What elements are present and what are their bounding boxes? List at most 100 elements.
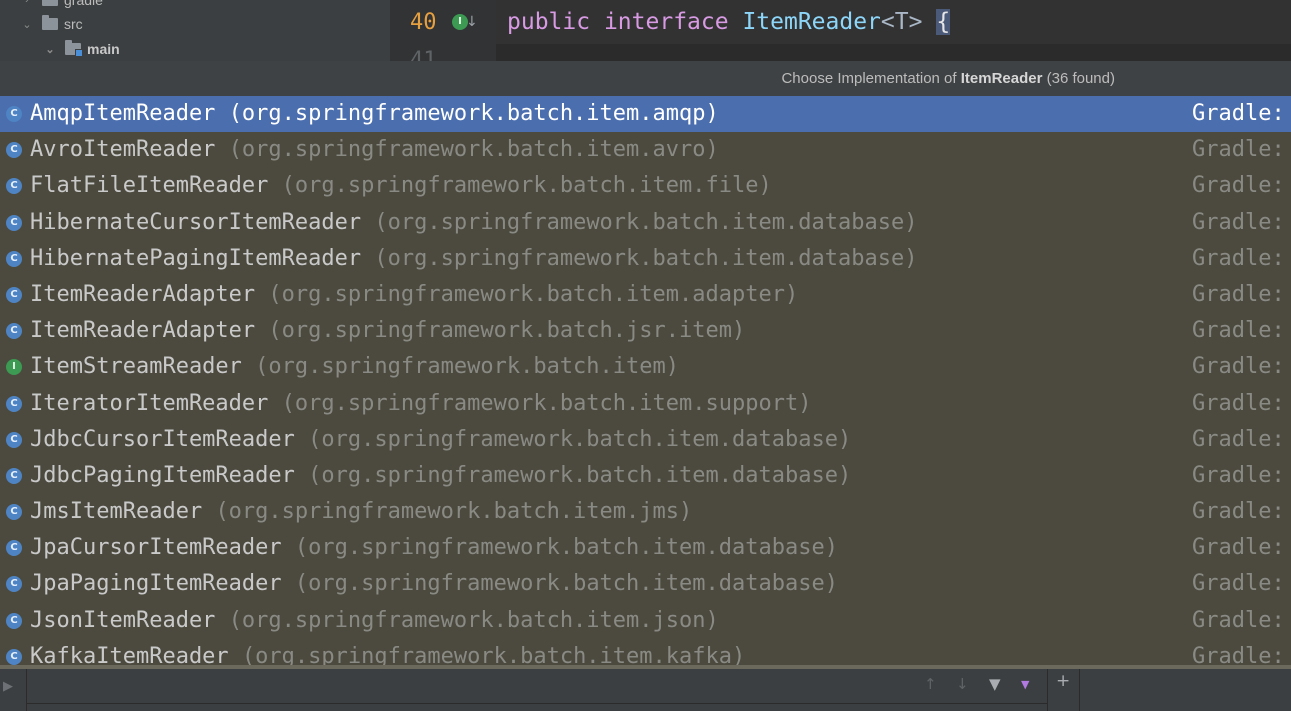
class-name: JpaPagingItemReader (30, 571, 282, 597)
class-icon: C (6, 540, 22, 557)
class-icon: C (6, 504, 22, 521)
implementation-list-item[interactable]: C JmsItemReader (org.springframework.batc… (0, 494, 1291, 530)
dropdown-icon[interactable]: ▼ (1021, 678, 1029, 691)
class-name: ItemReaderAdapter (30, 318, 256, 344)
implementation-list-item[interactable]: C HibernateCursorItemReader (org.springfr… (0, 205, 1291, 241)
tree-item-label: main (87, 41, 120, 57)
package-name: (org.springframework.batch.item.support) (281, 390, 812, 416)
package-name: (org.springframework.batch.item) (255, 354, 680, 380)
implementation-entry: FlatFileItemReader (org.springframework.… (30, 173, 772, 198)
project-tree: › gradle ⌄ src ⌄ main (0, 0, 390, 61)
implementation-list-item[interactable]: C JdbcCursorItemReader (org.springframewo… (0, 422, 1291, 458)
package-name: (org.springframework.batch.item.database… (308, 462, 852, 488)
editor-area: › gradle ⌄ src ⌄ main 40 41 I ↓ public i… (0, 0, 1291, 73)
library-source: Gradle: (1192, 390, 1285, 416)
class-icon: C (6, 395, 22, 412)
run-icon[interactable]: ▶ (3, 679, 13, 694)
class-icon: C (6, 214, 22, 231)
class-icon: C (6, 323, 22, 340)
library-source: Gradle: (1192, 281, 1285, 307)
implementation-list-item[interactable]: C AmqpItemReader (org.springframework.bat… (0, 96, 1291, 133)
class-name: JdbcCursorItemReader (30, 426, 295, 452)
package-name: (org.springframework.batch.item.file) (281, 173, 772, 199)
implementation-list-item[interactable]: C ItemReaderAdapter (org.springframework.… (0, 313, 1291, 349)
implementation-list-item[interactable]: C JpaCursorItemReader (org.springframewor… (0, 530, 1291, 566)
class-name: JsonItemReader (30, 607, 216, 633)
toolbar-side: + (1047, 669, 1080, 711)
arrow-down-icon[interactable]: ↓ (466, 14, 478, 30)
implementation-entry: HibernatePagingItemReader (org.springfra… (30, 246, 917, 271)
library-source: Gradle: (1192, 245, 1285, 271)
package-name: (org.springframework.batch.item.adapter) (268, 281, 799, 307)
popup-title: Choose Implementation of ItemReader (36 … (781, 70, 1115, 87)
class-icon: C (6, 142, 22, 159)
implementation-list-item[interactable]: C JpaPagingItemReader (org.springframewor… (0, 566, 1291, 602)
library-source: Gradle: (1192, 426, 1285, 452)
package-name: (org.springframework.batch.jsr.item) (268, 318, 746, 344)
implementation-list-item[interactable]: C AvroItemReader (org.springframework.bat… (0, 132, 1291, 168)
tree-item-label: gradle (64, 0, 103, 8)
package-name: (org.springframework.batch.item.avro) (228, 137, 719, 163)
chevron-down-icon[interactable]: ⌄ (20, 18, 34, 31)
plus-icon[interactable]: + (1056, 671, 1070, 691)
class-name: ItemStreamReader (30, 354, 242, 380)
package-name: (org.springframework.batch.item.amqp) (228, 101, 719, 126)
library-source: Gradle: (1192, 137, 1285, 163)
implementation-list-item[interactable]: C ItemReaderAdapter (org.springframework.… (0, 277, 1291, 313)
popup-header: Choose Implementation of ItemReader (36 … (0, 61, 1291, 96)
filter-icon[interactable]: ▼ (989, 675, 1001, 693)
tool-window-strip: ▶ (0, 669, 27, 711)
keyword-interface: interface (603, 9, 729, 35)
matched-brace: { (936, 9, 951, 35)
interface-icon: I (6, 359, 22, 376)
class-name: HibernateCursorItemReader (30, 209, 362, 235)
class-icon: C (6, 178, 22, 195)
class-name: AvroItemReader (30, 137, 216, 163)
class-icon: C (6, 467, 22, 484)
toolbar-area: ↑ ↓ ▼ ▼ (27, 669, 1047, 711)
arrow-down-icon[interactable]: ↓ (956, 675, 969, 693)
tree-item-label: src (64, 16, 83, 32)
package-name: (org.springframework.batch.item.database… (294, 571, 838, 597)
chevron-right-icon[interactable]: › (20, 0, 34, 6)
tree-item-gradle[interactable]: › gradle (20, 0, 103, 12)
implementation-entry: JdbcPagingItemReader (org.springframewor… (30, 463, 851, 488)
implementation-list-item[interactable]: C JdbcPagingItemReader (org.springframewo… (0, 458, 1291, 494)
library-source: Gradle: (1192, 571, 1285, 597)
implementation-list-item[interactable]: C HibernatePagingItemReader (org.springfr… (0, 241, 1291, 277)
class-name: JpaCursorItemReader (30, 535, 282, 561)
implementation-entry: JmsItemReader (org.springframework.batch… (30, 499, 692, 524)
keyword-public: public (507, 9, 591, 35)
class-icon: C (6, 106, 22, 122)
library-source: Gradle: (1192, 209, 1285, 235)
code-line[interactable]: public interface ItemReader<T> { (507, 9, 951, 35)
implementation-list-item[interactable]: C FlatFileItemReader (org.springframework… (0, 168, 1291, 204)
panel-divider[interactable] (390, 0, 398, 61)
library-source: Gradle: (1192, 499, 1285, 525)
implementation-entry: ItemReaderAdapter (org.springframework.b… (30, 318, 745, 343)
implementation-entry: JsonItemReader (org.springframework.batc… (30, 608, 719, 633)
implementation-list-item[interactable]: C JsonItemReader (org.springframework.bat… (0, 603, 1291, 639)
class-name: JmsItemReader (30, 499, 203, 525)
chevron-down-icon[interactable]: ⌄ (43, 43, 57, 56)
class-name: HibernatePagingItemReader (30, 245, 362, 271)
package-name: (org.springframework.batch.item.jms) (215, 499, 693, 525)
tree-item-src[interactable]: ⌄ src (20, 12, 83, 36)
implementation-list: C AmqpItemReader (org.springframework.bat… (0, 96, 1291, 669)
class-name: JdbcPagingItemReader (30, 462, 295, 488)
class-name: FlatFileItemReader (30, 173, 269, 199)
implementation-entry: AmqpItemReader (org.springframework.batc… (30, 101, 719, 126)
source-folder-icon (65, 40, 83, 57)
library-source: Gradle: (1192, 607, 1285, 633)
tree-item-main[interactable]: ⌄ main (43, 37, 120, 61)
class-icon: C (6, 612, 22, 629)
choose-implementation-popup: Choose Implementation of ItemReader (36 … (0, 61, 1291, 669)
implementation-list-item[interactable]: I ItemStreamReader (org.springframework.b… (0, 349, 1291, 385)
folder-icon (42, 0, 58, 6)
library-source: Gradle: (1192, 173, 1285, 199)
implementation-list-item[interactable]: C IteratorItemReader (org.springframework… (0, 386, 1291, 422)
result-count: (36 found) (1046, 70, 1115, 87)
arrow-up-icon[interactable]: ↑ (924, 675, 937, 693)
implementation-entry: JdbcCursorItemReader (org.springframewor… (30, 427, 851, 452)
library-source: Gradle: (1192, 101, 1285, 126)
